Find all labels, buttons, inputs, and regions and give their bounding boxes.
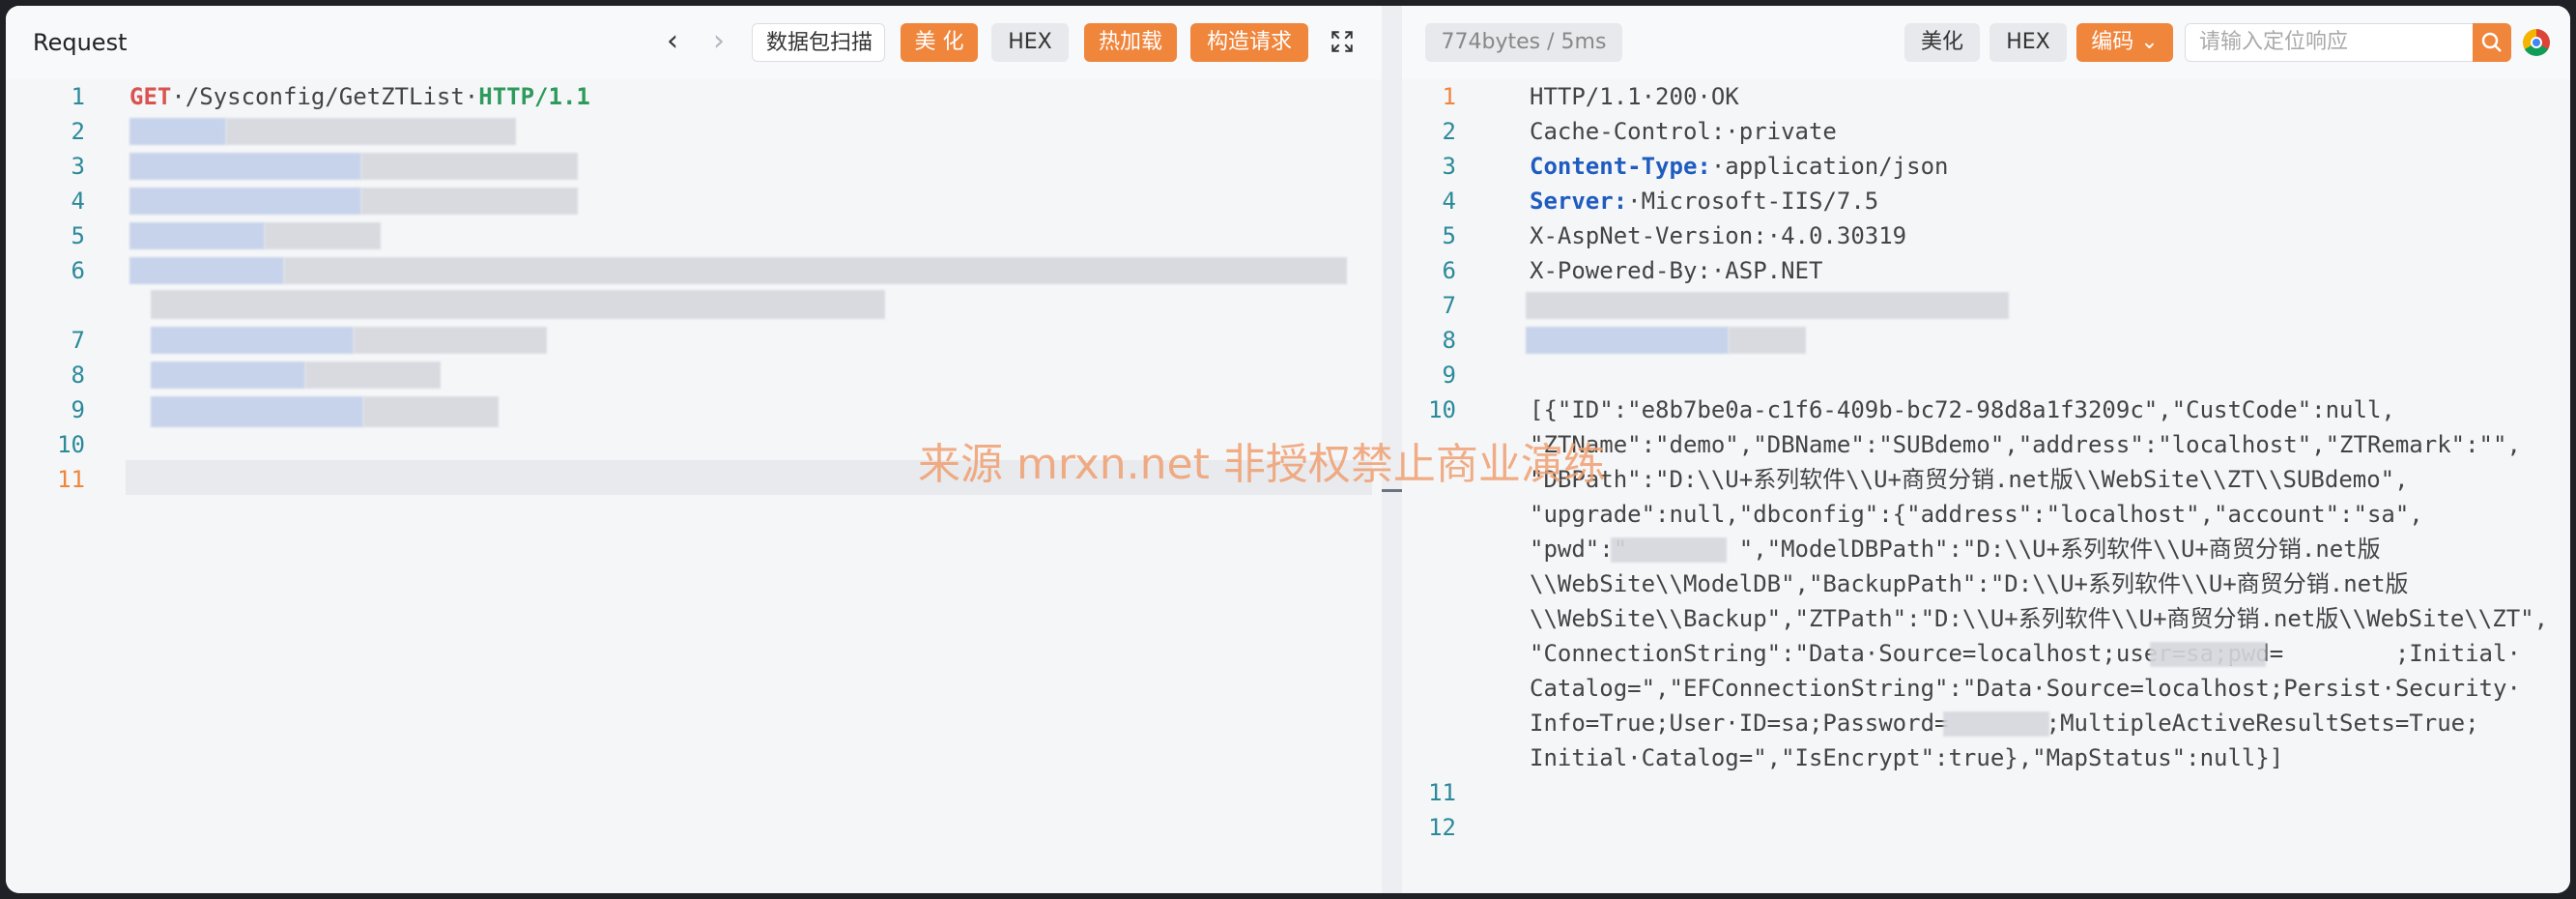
locate-response-input[interactable]: 请输入定位响应 [2185, 23, 2475, 62]
redacted-block [363, 396, 499, 427]
response-hex-button[interactable]: HEX [1989, 23, 2067, 62]
line-number: 7 [1442, 292, 1456, 319]
redacted-pwd [1943, 711, 2049, 737]
line-number: 9 [1442, 362, 1456, 389]
redacted-pwd [1611, 537, 1727, 563]
redacted-block [151, 327, 354, 354]
line-number: 11 [1428, 779, 1456, 806]
redacted-block [1526, 292, 2009, 319]
redacted-block [284, 257, 1347, 284]
chevron-down-icon: ⌄ [2140, 30, 2159, 54]
request-title: Request [33, 29, 128, 56]
request-toolbar: Request ‹ › 数据包扫描 美 化 HEX 热加载 构造请求 [6, 6, 1382, 79]
request-line: GET·/Sysconfig/GetZTList·HTTP/1.1 [129, 79, 590, 114]
line-number: 2 [71, 118, 85, 145]
line-number: 10 [57, 431, 85, 458]
header-line: Cache-Control:·private [1530, 118, 1837, 145]
header-value: ·Microsoft-IIS/7.5 [1627, 188, 1879, 215]
encoding-label: 编码 [2091, 30, 2134, 54]
line-number: 4 [71, 188, 85, 215]
response-beautify-button[interactable]: 美化 [1904, 23, 1980, 62]
header-line: X-Powered-By:·ASP.NET [1530, 257, 1823, 284]
back-icon[interactable]: ‹ [667, 27, 678, 56]
hot-load-button[interactable]: 热加载 [1084, 23, 1177, 62]
line-number: 10 [1428, 396, 1456, 423]
json-body-line: Initial·Catalog=","IsEncrypt":true},"Map… [1530, 744, 2284, 771]
packet-scan-button[interactable]: 数据包扫描 [752, 23, 885, 62]
json-body-line: [{"ID":"e8b7be0a-c1f6-409b-bc72-98d8a1f3… [1530, 396, 2395, 423]
redacted-block [354, 327, 547, 354]
line-number: 5 [1442, 222, 1456, 249]
header-key: Server: [1530, 188, 1628, 215]
line-number: 8 [71, 362, 85, 389]
redacted-block [1729, 327, 1806, 354]
build-request-button[interactable]: 构造请求 [1190, 23, 1308, 62]
redacted-block [361, 153, 578, 180]
fullscreen-icon[interactable] [1330, 29, 1355, 54]
redacted-block [129, 153, 361, 180]
json-body-line: "DBPath":"D:\\U+系列软件\\U+商贸分销.net版\\WebSi… [1530, 466, 2409, 493]
request-path: ·/Sysconfig/GetZTList· [171, 83, 479, 110]
header-line: X-AspNet-Version:·4.0.30319 [1530, 222, 1907, 249]
header-line: Server:·Microsoft-IIS/7.5 [1530, 184, 1878, 218]
app-window: Request ‹ › 数据包扫描 美 化 HEX 热加载 构造请求 1 2 3… [6, 6, 2570, 893]
line-number: 4 [1442, 188, 1456, 215]
json-body-line: "ZTName":"demo","DBName":"SUBdemo","addr… [1530, 431, 2521, 458]
line-number-active: 1 [1442, 83, 1456, 110]
watermark: 来源 mrxn.net 非授权禁止商业演练 [918, 440, 1606, 489]
json-body-line: \\WebSite\\ModelDB","BackupPath":"D:\\U+… [1530, 570, 2409, 597]
line-number: 8 [1442, 327, 1456, 354]
line-number: 6 [71, 257, 85, 284]
json-body-line: "upgrade":null,"dbconfig":{"address":"lo… [1530, 501, 2423, 528]
response-toolbar: 774bytes / 5ms 美化 HEX 编码 ⌄ 请输入定位响应 [1402, 6, 2570, 79]
redacted-block [1526, 327, 1729, 354]
json-body-line: \\WebSite\\Backup","ZTPath":"D:\\U+系列软件\… [1530, 605, 2549, 632]
encoding-dropdown[interactable]: 编码 ⌄ [2076, 23, 2173, 62]
redacted-block [305, 362, 441, 389]
header-value: ·application/json [1710, 153, 1949, 180]
redacted-block [129, 257, 284, 284]
redacted-block [151, 290, 885, 319]
status-line: HTTP/1.1·200·OK [1530, 83, 1739, 110]
beautify-button[interactable]: 美 化 [901, 23, 978, 62]
chrome-icon[interactable] [2523, 29, 2550, 56]
line-number: 1 [71, 83, 85, 110]
redacted-block [129, 118, 226, 145]
forward-icon[interactable]: › [713, 27, 725, 56]
redacted-block [129, 222, 265, 249]
redacted-block [226, 118, 516, 145]
redacted-block [265, 222, 381, 249]
header-line: Content-Type:·application/json [1530, 149, 1948, 184]
response-stats: 774bytes / 5ms [1425, 23, 1622, 62]
json-body-line: "ConnectionString":"Data·Source=localhos… [1530, 640, 2521, 667]
header-key: Content-Type: [1530, 153, 1711, 180]
line-number: 12 [1428, 814, 1456, 841]
redacted-pwd [2150, 642, 2266, 667]
json-body-line: Catalog=","EFConnectionString":"Data·Sou… [1530, 675, 2521, 702]
http-method: GET [129, 83, 172, 110]
line-number: 3 [71, 153, 85, 180]
line-number: 2 [1442, 118, 1456, 145]
hex-button[interactable]: HEX [991, 23, 1069, 62]
search-icon [2481, 32, 2502, 52]
line-number-active: 11 [57, 466, 85, 493]
line-number: 6 [1442, 257, 1456, 284]
redacted-block [151, 396, 363, 427]
redacted-block [151, 362, 305, 389]
line-number: 5 [71, 222, 85, 249]
redacted-block [129, 188, 361, 215]
http-version: HTTP/1.1 [478, 83, 590, 110]
line-number: 3 [1442, 153, 1456, 180]
search-button[interactable] [2473, 23, 2511, 62]
line-number: 9 [71, 396, 85, 423]
redacted-block [361, 188, 578, 215]
line-number: 7 [71, 327, 85, 354]
